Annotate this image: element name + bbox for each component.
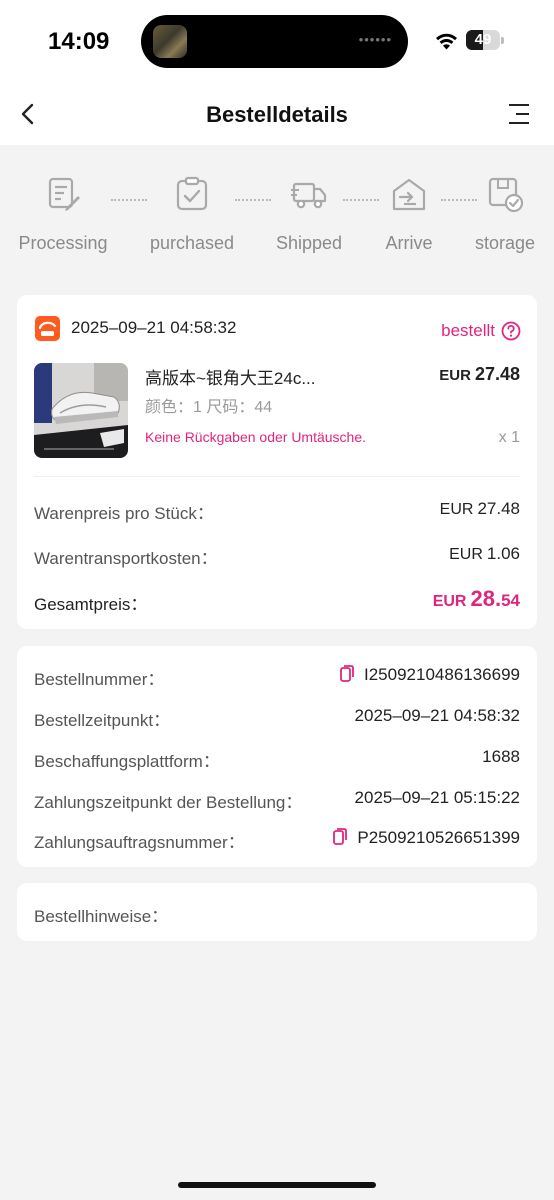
unit-price-currency: EUR: [439, 501, 474, 518]
price-currency: EUR: [439, 367, 471, 384]
document-edit-icon: [48, 177, 80, 211]
shipping-currency: EUR: [449, 546, 483, 563]
order-number: I2509210486136699: [364, 665, 520, 684]
shipping-label: Warentransportkosten：: [34, 549, 218, 568]
battery-level: 49: [474, 31, 492, 48]
question-circle-icon[interactable]: [501, 321, 521, 341]
order-time-label: Bestellzeitpunkt：: [34, 711, 171, 730]
shop-logo-icon: [35, 316, 60, 341]
order-notes-label: Bestellhinweise：: [34, 907, 169, 926]
order-info-card: Bestellnummer： I2509210486136699 Bestell…: [17, 646, 537, 867]
order-card: 2025–09–21 04:58:32 bestellt 高版本~银角大王24c…: [17, 295, 537, 629]
order-time: 2025–09–21 04:58:32: [354, 706, 520, 725]
total-integer: 28.: [470, 586, 502, 611]
step-storage: storage: [450, 175, 554, 254]
dynamic-island[interactable]: ••••••: [141, 15, 408, 68]
warehouse-icon: [392, 178, 426, 211]
order-number-row: I2509210486136699: [340, 665, 520, 685]
order-notes-card[interactable]: Bestellhinweise：: [17, 883, 537, 941]
step-purchased: purchased: [137, 175, 247, 254]
step-label: Shipped: [275, 233, 343, 253]
order-status: bestellt: [441, 321, 495, 340]
home-indicator[interactable]: [178, 1182, 376, 1188]
shipping-amount: 1.06: [486, 544, 520, 563]
clipboard-check-icon: [176, 176, 208, 211]
unit-price-amount: 27.48: [477, 499, 520, 518]
product-image[interactable]: [34, 363, 128, 458]
product-variant: 颜色：1 尺码：44: [145, 399, 273, 416]
total-label: Gesamtpreis：: [34, 595, 148, 614]
step-processing: Processing: [8, 175, 118, 254]
step-label: Processing: [18, 233, 108, 253]
payment-number-row: P2509210526651399: [333, 828, 520, 848]
payment-number: P2509210526651399: [357, 828, 520, 847]
truck-icon: [291, 182, 327, 209]
order-progress-steps: Processing purchased Shipped Arrive stor…: [0, 175, 554, 265]
step-label: purchased: [149, 233, 235, 253]
price-amount: 27.48: [474, 364, 520, 384]
platform: 1688: [482, 747, 520, 766]
copy-icon[interactable]: [340, 665, 354, 682]
step-arrive: Arrive: [354, 175, 464, 254]
shipping-value: EUR 1.06: [449, 544, 520, 564]
product-quantity: x 1: [498, 429, 520, 446]
page-title: Bestelldetails: [206, 102, 348, 127]
status-bar: 14:09 •••••• 49: [0, 0, 554, 82]
payment-time: 2025–09–21 05:15:22: [354, 788, 520, 807]
step-label: Arrive: [385, 233, 433, 253]
product-price: EUR 27.48: [439, 364, 520, 385]
wifi-icon: [436, 33, 457, 50]
step-label: storage: [474, 233, 536, 253]
product-title[interactable]: 高版本~银角大王24c...: [145, 364, 316, 389]
total-value: EUR 28.54: [433, 586, 520, 612]
battery-indicator: 49: [466, 30, 500, 50]
return-policy-note: Keine Rückgaben oder Umtäusche.: [145, 429, 367, 445]
divider: [34, 476, 520, 477]
order-number-label: Bestellnummer：: [34, 670, 165, 689]
platform-label: Beschaffungsplattform：: [34, 752, 220, 771]
payment-time-label: Zahlungszeitpunkt der Bestellung：: [34, 793, 303, 812]
unit-price-value: EUR 27.48: [440, 499, 520, 519]
status-time: 14:09: [48, 28, 110, 55]
nav-bar: Bestelldetails: [0, 82, 554, 145]
menu-icon[interactable]: [505, 101, 531, 127]
unit-price-label: Warenpreis pro Stück：: [34, 504, 214, 523]
payment-number-label: Zahlungsauftragsnummer：: [34, 833, 245, 852]
copy-icon[interactable]: [333, 828, 348, 845]
order-date: 2025–09–21 04:58:32: [71, 318, 237, 337]
step-shipped: Shipped: [254, 175, 364, 254]
total-decimal: 54: [501, 591, 520, 610]
now-playing-thumbnail: [153, 25, 187, 58]
box-check-icon: [488, 177, 524, 213]
island-dots: ••••••: [358, 32, 392, 47]
total-currency: EUR: [432, 593, 467, 610]
battery-tip: [501, 37, 504, 44]
